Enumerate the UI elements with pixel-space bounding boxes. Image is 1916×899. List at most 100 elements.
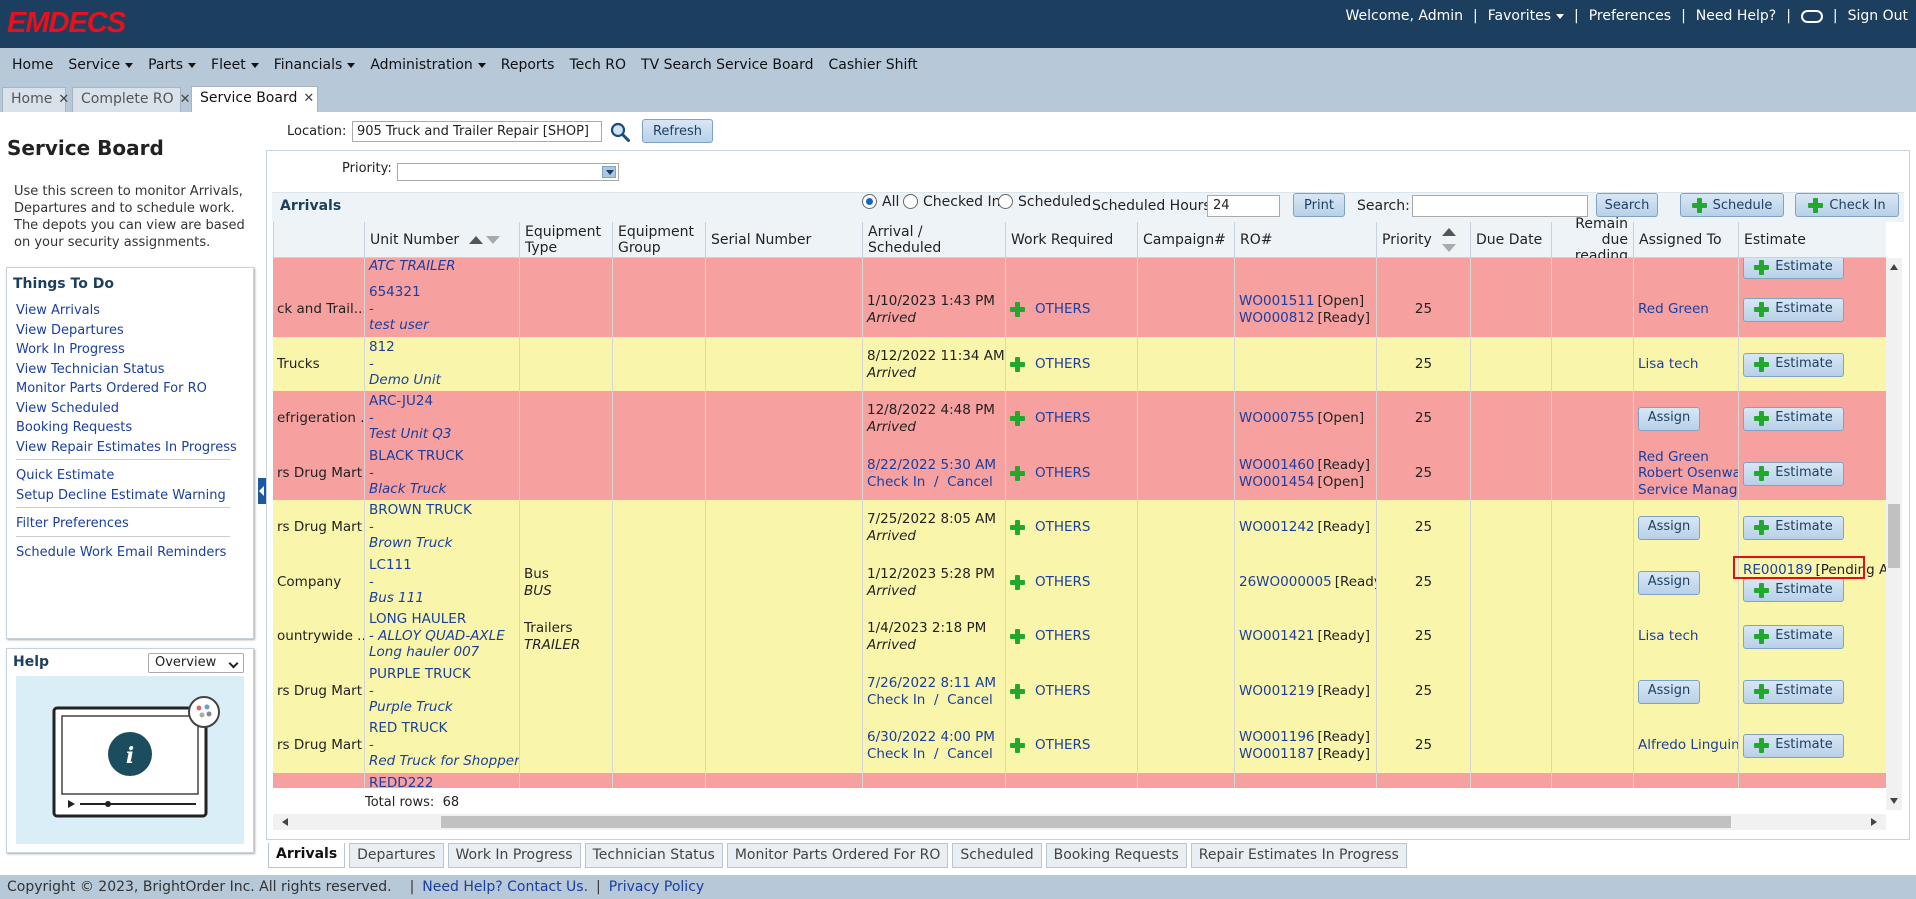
search-button[interactable]: Search (1596, 193, 1658, 217)
add-work-icon[interactable] (1010, 411, 1025, 426)
work-required-link[interactable]: OTHERS (1035, 410, 1091, 427)
column-header-priority[interactable]: Priority (1376, 222, 1470, 258)
column-header-arrival-scheduled[interactable]: Arrival / Scheduled (862, 222, 1005, 258)
todo-link-work-in-progress[interactable]: Work In Progress (16, 342, 125, 357)
print-button[interactable]: Print (1293, 193, 1345, 217)
menu-item-fleet[interactable]: Fleet (211, 57, 259, 73)
menu-item-administration[interactable]: Administration (370, 57, 486, 73)
menu-item-cashier-shift[interactable]: Cashier Shift (829, 57, 918, 73)
bottom-tab-departures[interactable]: Departures (349, 843, 444, 868)
table-row[interactable]: rs Drug Mart RED TRUCK - Red Truck for Shop… (273, 718, 1886, 773)
unit-cell[interactable]: RED TRUCK - Red Truck for Shoppers (364, 718, 519, 773)
add-work-icon[interactable] (1010, 575, 1025, 590)
unit-cell[interactable]: REDD222 (364, 773, 519, 788)
search-input[interactable] (1412, 195, 1588, 217)
tab-home[interactable]: Home ✕ (2, 87, 69, 112)
assign-button[interactable]: Assign (1638, 406, 1700, 431)
ro-link[interactable]: WO001460 (1239, 457, 1315, 473)
todo-link-view-arrivals[interactable]: View Arrivals (16, 303, 100, 318)
unit-cell[interactable]: LC111- Bus 111 (364, 555, 519, 610)
estimate-button[interactable]: Estimate (1743, 258, 1844, 279)
close-icon[interactable]: ✕ (180, 92, 191, 107)
dropdown-arrow-icon[interactable] (602, 166, 616, 178)
scheduled-hours-input[interactable]: 24 (1207, 195, 1280, 217)
estimate-button[interactable]: Estimate (1743, 679, 1844, 704)
table-row[interactable]: rs Drug Mart BROWN TRUCK - Brown Truck 7/25/… (273, 500, 1886, 555)
table-row[interactable]: ck and Trail... 654321- test user 1/10/2023… (273, 282, 1886, 337)
contact-link[interactable]: Need Help? Contact Us. (422, 879, 588, 895)
menu-item-parts[interactable]: Parts (148, 57, 197, 73)
estimate-button[interactable]: Estimate (1743, 733, 1844, 758)
unit-cell[interactable]: 654321- test user (364, 282, 519, 337)
bottom-tab-monitor-parts-ordered-for-ro[interactable]: Monitor Parts Ordered For RO (726, 843, 949, 868)
sort-icon[interactable] (469, 232, 503, 248)
table-row[interactable]: Company LC111- Bus 111 Bus BUS 1/12/2023 5:28… (273, 555, 1886, 610)
close-icon[interactable]: ✕ (58, 92, 69, 107)
ro-link[interactable]: WO000755 (1239, 410, 1315, 426)
unit-number-link[interactable]: 812 (369, 339, 515, 356)
column-header-unit-number[interactable]: Unit Number (364, 222, 519, 258)
add-work-icon[interactable] (1010, 684, 1025, 699)
unit-cell[interactable]: 812- Demo Unit (364, 337, 519, 392)
add-work-icon[interactable] (1010, 629, 1025, 644)
ro-link[interactable]: WO001242 (1239, 519, 1315, 535)
unit-number-link[interactable]: BLACK TRUCK (369, 448, 515, 465)
column-header-equipment-type[interactable]: Equipment Type (519, 222, 612, 258)
estimate-button[interactable]: Estimate (1743, 406, 1844, 431)
unit-number-link[interactable]: LONG HAULER (369, 611, 515, 628)
ro-link[interactable]: WO000812 (1239, 310, 1315, 326)
add-work-icon[interactable] (1010, 738, 1025, 753)
scroll-down-icon[interactable] (1890, 798, 1898, 804)
menu-item-financials[interactable]: Financials (274, 57, 356, 73)
unit-cell[interactable]: ARC-JU24- Test Unit Q3 (364, 391, 519, 446)
unit-number-link[interactable]: BROWN TRUCK (369, 502, 515, 519)
bottom-tab-arrivals[interactable]: Arrivals (268, 843, 346, 868)
ro-link[interactable]: WO001187 (1239, 746, 1315, 762)
table-row[interactable]: rs Drug Mart BLACK TRUCK - Black Truck 8/22/… (273, 446, 1886, 501)
ro-link[interactable]: WO001511 (1239, 293, 1315, 309)
cancel-link[interactable]: Cancel (947, 474, 993, 490)
radio-all[interactable] (862, 194, 877, 209)
unit-cell[interactable]: PURPLE TRUCK - Purple Truck (364, 664, 519, 719)
column-header-estimate[interactable]: Estimate (1738, 222, 1886, 258)
unit-number-link[interactable]: ARC-JU24 (369, 393, 515, 410)
privacy-link[interactable]: Privacy Policy (609, 879, 704, 895)
cancel-link[interactable]: Cancel (947, 746, 993, 762)
ro-link[interactable]: WO001454 (1239, 474, 1315, 490)
todo-link-view-scheduled[interactable]: View Scheduled (16, 401, 119, 416)
bottom-tab-booking-requests[interactable]: Booking Requests (1045, 843, 1187, 868)
unit-cell[interactable]: ATC TRAILER (364, 258, 519, 283)
estimate-button[interactable]: Estimate (1743, 515, 1844, 540)
table-row[interactable]: rs Drug Mart PURPLE TRUCK - Purple Truck 7/2… (273, 664, 1886, 719)
radio-checked-in[interactable] (903, 194, 918, 209)
vertical-scrollbar[interactable] (1886, 258, 1902, 810)
schedule-button[interactable]: Schedule (1680, 193, 1784, 217)
assigned-technician-link[interactable]: Red Green (1638, 449, 1738, 466)
close-icon[interactable]: ✕ (303, 91, 314, 106)
ro-link[interactable]: 26WO000005 (1239, 574, 1332, 590)
unit-cell[interactable]: BLACK TRUCK - Black Truck (364, 446, 519, 501)
sort-icon[interactable] (1441, 224, 1465, 256)
estimate-button[interactable]: Estimate (1743, 461, 1844, 486)
unit-number-link[interactable]: 654321 (369, 284, 515, 301)
collapse-sidebar-handle[interactable] (258, 478, 266, 504)
table-row[interactable]: ountrywide ... LONG HAULER - ALLOY QUAD-AX… (273, 609, 1886, 664)
assigned-technician-link[interactable]: Lisa tech (1638, 356, 1698, 373)
ro-link[interactable]: WO001219 (1239, 683, 1315, 699)
menu-item-reports[interactable]: Reports (501, 57, 555, 73)
column-header-customer[interactable] (273, 222, 364, 258)
table-row[interactable]: efrigeration ... ARC-JU24- Test Unit Q3 12/… (273, 391, 1886, 446)
preferences-link[interactable]: Preferences (1589, 8, 1671, 24)
scroll-right-icon[interactable] (1871, 818, 1877, 826)
unit-cell[interactable]: LONG HAULER - ALLOY QUAD-AXLE Long hauler … (364, 609, 519, 664)
assign-button[interactable]: Assign (1638, 570, 1700, 595)
ro-link[interactable]: WO001196 (1239, 729, 1315, 745)
unit-number-link[interactable]: PURPLE TRUCK (369, 666, 515, 683)
tab-service-board[interactable]: Service Board ✕ (191, 86, 318, 112)
unit-cell[interactable]: BROWN TRUCK - Brown Truck (364, 500, 519, 555)
column-header-campaign-[interactable]: Campaign# (1137, 222, 1234, 258)
bottom-tab-scheduled[interactable]: Scheduled (952, 843, 1042, 868)
work-required-link[interactable]: OTHERS (1035, 737, 1091, 754)
cancel-link[interactable]: Cancel (947, 692, 993, 708)
radio-scheduled[interactable] (998, 194, 1013, 209)
